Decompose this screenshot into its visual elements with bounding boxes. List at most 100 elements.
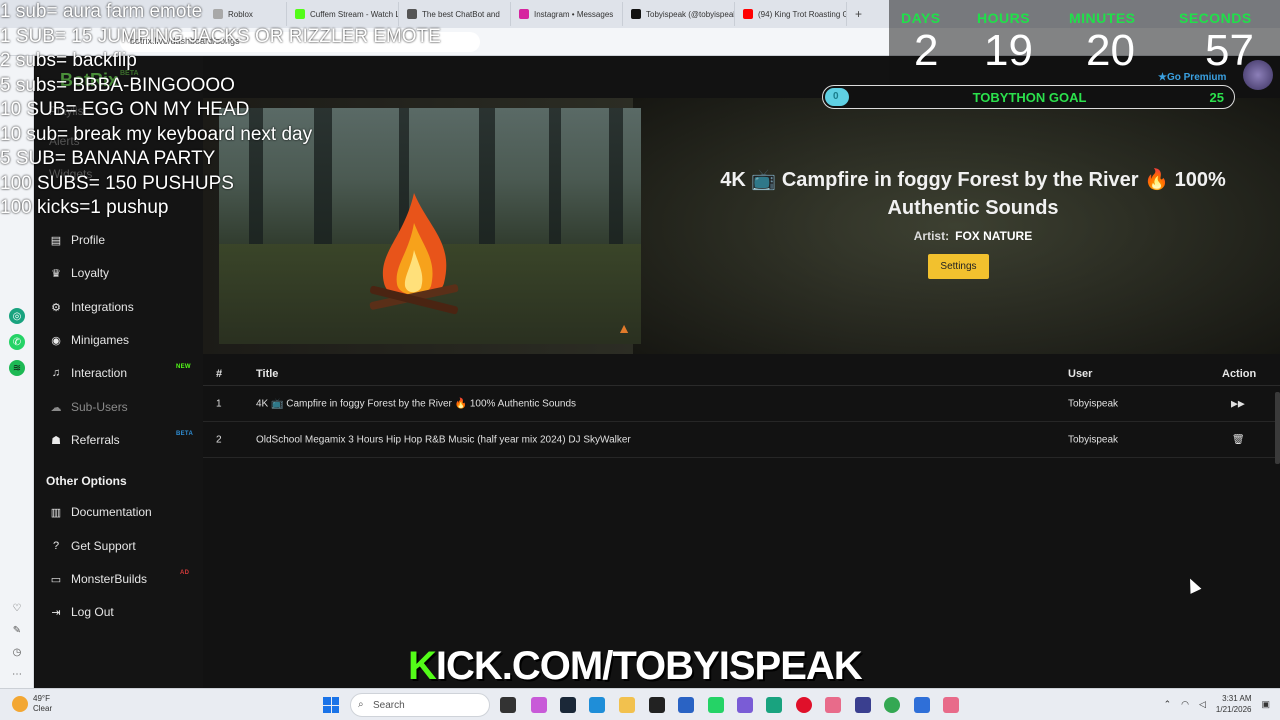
goal-line: 100 SUBS= 150 PUSHUPS [0, 172, 234, 194]
sidebar-item-sub-users[interactable]: ☁ Sub-Users [49, 400, 128, 414]
music-icon: ♫ [51, 367, 61, 379]
sidebar-item-log-out[interactable]: ⇥ Log Out [49, 605, 113, 619]
now-playing-title: 4K 📺 Campfire in foggy Forest by the Riv… [720, 169, 1226, 219]
skip-icon[interactable]: ▶▶ [1231, 398, 1245, 409]
more-icon[interactable]: ⋯ [9, 666, 25, 682]
sidebar-item-integrations[interactable]: ⚙ Integrations [49, 300, 134, 314]
goal-line: 10 SUB= EGG ON MY HEAD [0, 99, 250, 120]
ad-badge: AD [180, 570, 190, 576]
sub-goals-overlay: 1 sub= aura farm emote 1 SUB= 15 JUMPING… [0, 0, 441, 221]
goal-line: 2 subs= backflip [0, 50, 137, 71]
col-num-header: # [216, 367, 223, 380]
taskbar-search[interactable]: ⌕ Search [350, 693, 490, 717]
thumbnail-tree [549, 108, 561, 258]
kick-k: K [408, 644, 437, 688]
question-icon: ? [52, 540, 60, 552]
taskbar-app-icon[interactable] [943, 697, 959, 713]
screen: Roblox Cuffem Stream - Watch Li The best… [0, 0, 1280, 720]
sidebar-item-loyalty[interactable]: ♛ Loyalty [49, 266, 109, 280]
people-icon: ☗ [51, 434, 61, 447]
queue-scrollbar[interactable] [1275, 392, 1280, 464]
days-value: 2 [914, 26, 939, 75]
whatsapp-icon[interactable]: ✆ [9, 334, 25, 350]
users-icon: ☁ [50, 401, 62, 414]
wifi-icon[interactable]: ◠ [1181, 699, 1189, 710]
sidebar-item-minigames[interactable]: ◉ Minigames [49, 333, 129, 347]
table-row: 1 4K 📺 Campfire in foggy Forest by the R… [203, 386, 1280, 422]
hours-label: HOURS [977, 10, 1031, 26]
tab-tiktok[interactable]: Tobyispeak (@tobyispeak [623, 2, 735, 26]
goal-line: 10 sub= break my keyboard next day [0, 123, 313, 145]
tab-youtube[interactable]: (94) King Trot Roasting G [735, 2, 847, 26]
taskbar-app-icon[interactable] [678, 697, 694, 713]
delete-icon[interactable]: 🗑 [1232, 434, 1245, 445]
windows-start-icon[interactable] [323, 697, 339, 713]
goal-target: 25 [1209, 90, 1224, 105]
opera-icon[interactable] [796, 697, 812, 713]
taskbar-app-icon[interactable] [825, 697, 841, 713]
tobython-goal-bar: 0 TOBYTHON GOAL 25 [822, 85, 1235, 109]
row-user: Tobyispeak [1068, 398, 1119, 409]
weather-temp: 49°F [33, 694, 50, 703]
sidebar-item-get-support[interactable]: ? Get Support [49, 539, 136, 553]
taskbar-app-icon[interactable] [589, 697, 605, 713]
hours-value: 19 [984, 26, 1033, 75]
settings-button[interactable]: Settings [928, 254, 989, 279]
go-premium-link[interactable]: ★Go Premium [1158, 72, 1226, 83]
other-options-title: Other Options [46, 474, 127, 488]
clock[interactable]: 3:31 AM 1/21/2026 [1216, 693, 1252, 715]
taskbar-app-icon[interactable] [531, 697, 547, 713]
taskbar-app-icon[interactable] [560, 697, 576, 713]
goal-line: 100 kicks=1 pushup [0, 197, 169, 218]
plug-icon: ⚙ [51, 301, 61, 314]
taskbar-app-icon[interactable] [914, 697, 930, 713]
fox-nature-logo-icon: ▲ [617, 320, 631, 336]
chatgpt-icon[interactable]: ◎ [9, 308, 25, 324]
new-tab-button[interactable]: + [847, 7, 870, 21]
chrome-icon[interactable] [884, 697, 900, 713]
whatsapp-icon[interactable] [708, 697, 724, 713]
weather-widget[interactable]: 49°F Clear [12, 694, 52, 714]
history-icon[interactable]: ◷ [9, 644, 25, 660]
book-icon: ▥ [50, 506, 62, 519]
taskbar-app-icon[interactable] [855, 697, 871, 713]
system-tray: ⌃ ◠ ◁ 3:31 AM 1/21/2026 ▣ [1164, 693, 1270, 715]
sidebar-item-interaction[interactable]: ♫ Interaction [49, 366, 127, 380]
notification-icon[interactable]: ▣ [1261, 699, 1270, 710]
gamepad-icon: ◉ [51, 334, 61, 347]
sidebar-item-referrals[interactable]: ☗ Referrals [49, 433, 120, 447]
tab-instagram[interactable]: Instagram • Messages [511, 2, 623, 26]
sidebar-item-monsterbuilds[interactable]: ▭ MonsterBuilds [49, 572, 147, 586]
seconds-label: SECONDS [1179, 10, 1252, 26]
col-user-header: User [1068, 367, 1093, 380]
taskbar-app-icon[interactable] [737, 697, 753, 713]
row-user: Tobyispeak [1068, 434, 1119, 445]
col-action-header: Action [1222, 367, 1257, 380]
chevron-up-icon[interactable]: ⌃ [1164, 699, 1172, 710]
volume-icon[interactable]: ◁ [1199, 699, 1206, 710]
now-playing-artist: Artist: FOX NATURE [673, 229, 1273, 243]
taskbar-app-icon[interactable] [649, 697, 665, 713]
folder-icon[interactable] [619, 697, 635, 713]
thumbnail-tree [479, 108, 495, 258]
row-title: OldSchool Megamix 3 Hours Hip Hop R&B Mu… [256, 434, 631, 445]
trophy-icon: ♛ [51, 267, 61, 280]
taskbar-app-icon[interactable] [500, 697, 516, 713]
id-card-icon: ▤ [50, 234, 62, 247]
edit-icon[interactable]: ✎ [9, 622, 25, 638]
weather-sun-icon [12, 696, 28, 712]
heart-icon[interactable]: ♡ [9, 600, 25, 616]
spotify-icon[interactable]: ≋ [9, 360, 25, 376]
artist-name: FOX NATURE [955, 229, 1033, 243]
windows-taskbar: 49°F Clear ⌕ Search ⌃ ◠ ◁ 3:31 AM 1/21/2026… [0, 688, 1280, 720]
col-title-header: Title [256, 367, 279, 380]
goal-line: 1 SUB= 15 JUMPING JACKS OR RIZZLER EMOTE [0, 25, 441, 47]
sidebar-item-profile[interactable]: ▤ Profile [49, 233, 105, 247]
taskbar-app-icon[interactable] [766, 697, 782, 713]
avatar[interactable] [1243, 60, 1273, 90]
sidebar-item-documentation[interactable]: ▥ Documentation [49, 505, 152, 519]
subathon-timer: DAYS HOURS MINUTES SECONDS 2 19 20 57 [889, 0, 1280, 98]
song-queue-table: # Title User Action 1 4K 📺 Campfire in f… [203, 362, 1280, 464]
goal-title: TOBYTHON GOAL [972, 90, 1087, 105]
minutes-value: 20 [1086, 26, 1135, 75]
